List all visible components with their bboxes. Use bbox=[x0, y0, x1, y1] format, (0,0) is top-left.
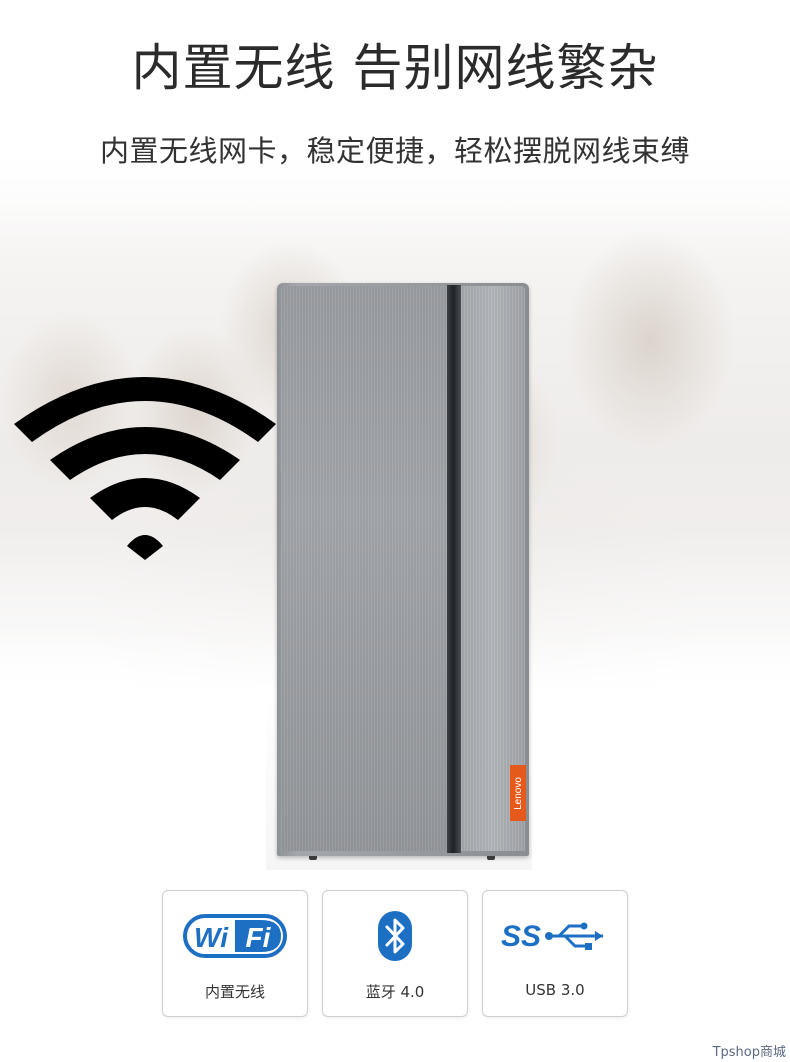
svg-text:Wi: Wi bbox=[194, 922, 229, 953]
lenovo-logo-text: Lenovo bbox=[512, 776, 524, 810]
lenovo-logo: Lenovo bbox=[510, 765, 526, 821]
feature-card-wifi: Wi Fi 内置无线 bbox=[162, 890, 308, 1017]
desktop-tower-image: Lenovo bbox=[277, 283, 529, 860]
wifi-logo-icon: Wi Fi bbox=[163, 911, 307, 961]
tower-foot bbox=[487, 856, 495, 860]
feature-card-bluetooth: 蓝牙 4.0 bbox=[322, 890, 468, 1017]
feature-label: USB 3.0 bbox=[525, 981, 585, 999]
feature-card-usb: SS USB 3.0 bbox=[482, 890, 628, 1017]
wifi-signal-icon bbox=[14, 377, 276, 560]
feature-cards: Wi Fi 内置无线 蓝牙 4.0 SS USB 3.0 bbox=[162, 890, 628, 1017]
page-title: 内置无线 告别网线繁杂 bbox=[131, 39, 659, 97]
feature-label: 内置无线 bbox=[204, 983, 265, 1001]
page-subtitle: 内置无线网卡，稳定便捷，轻松摆脱网线束缚 bbox=[99, 134, 690, 168]
usb-superspeed-icon: SS bbox=[483, 911, 627, 961]
tower-foot bbox=[309, 856, 317, 860]
watermark: Tpshop商城 bbox=[712, 1045, 786, 1060]
bluetooth-icon bbox=[323, 911, 467, 961]
feature-label: 蓝牙 4.0 bbox=[365, 983, 425, 1001]
tower-groove bbox=[447, 285, 461, 853]
tower-front-panel bbox=[281, 286, 448, 851]
svg-text:Fi: Fi bbox=[246, 922, 272, 953]
svg-text:SS: SS bbox=[501, 920, 541, 953]
